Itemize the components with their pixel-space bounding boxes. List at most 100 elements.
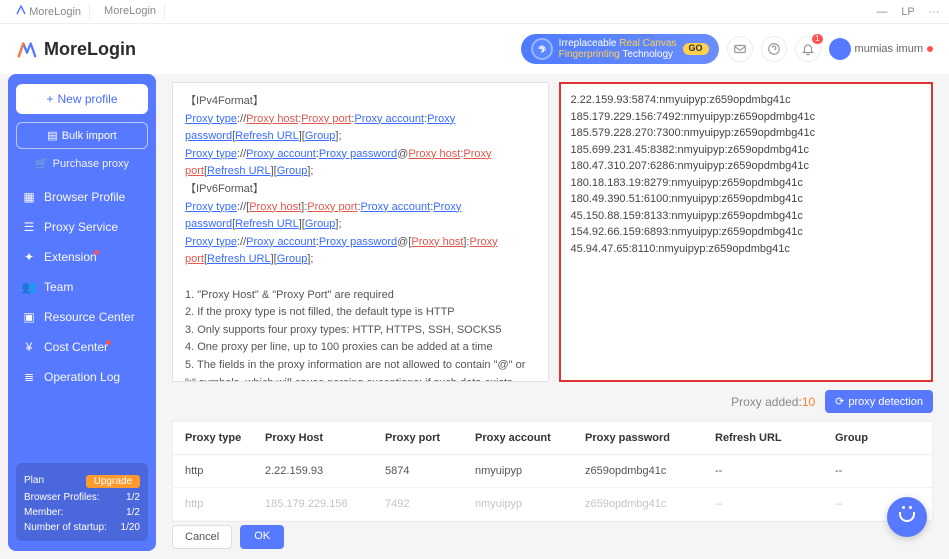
nav-item-proxy-service[interactable]: ☰ Proxy Service (16, 212, 148, 242)
nav-icon: ≣ (22, 370, 36, 384)
format-info-box: 【IPv4Format】 Proxy type://Proxy host:Pro… (172, 82, 549, 382)
app-header: MoreLogin Irreplaceable Real Canvas Fing… (0, 24, 949, 74)
nav-icon: ▣ (22, 310, 36, 324)
cart-icon: 🛒 (35, 157, 49, 170)
cell-password: z659opdmbg41c (585, 498, 715, 510)
proxy-line: 180.18.183.19:8279:nmyuipyp:z659opdmbg41… (571, 175, 922, 192)
alert-dot (106, 340, 111, 345)
nav-label: Proxy Service (44, 220, 118, 234)
nav-label: Cost Center (44, 340, 108, 354)
window-minimize-icon[interactable]: — (875, 5, 889, 19)
brand-logo: MoreLogin (16, 38, 136, 60)
cell-host: 2.22.159.93 (265, 465, 385, 477)
bulk-import-button[interactable]: ▤Bulk import (16, 122, 148, 149)
window-tab-1[interactable]: MoreLogin (8, 3, 90, 20)
brand-name: MoreLogin (44, 39, 136, 60)
nav-item-browser-profile[interactable]: ▦ Browser Profile (16, 182, 148, 212)
nav-list: ▦ Browser Profile ☰ Proxy Service ✦ Extension… (16, 182, 148, 392)
table-header: Proxy type (185, 432, 265, 444)
table-header: Proxy Host (265, 432, 385, 444)
go-badge: GO (683, 43, 709, 55)
proxy-added-label: Proxy added: (731, 395, 802, 409)
proxy-line: 185.699.231.45:8382:nmyuipyp:z659opdmbg4… (571, 142, 922, 159)
cell-group: -- (835, 465, 915, 477)
nav-item-resource-center[interactable]: ▣ Resource Center (16, 302, 148, 332)
window-title-bar: MoreLogin MoreLogin — LP ··· (0, 0, 949, 24)
cell-account: nmyuipyp (475, 465, 585, 477)
refresh-icon: ⟳ (835, 395, 844, 408)
nav-label: Team (44, 280, 73, 294)
import-icon: ▤ (47, 129, 57, 142)
proxy-line: 180.47.310.207:6286:nmyuipyp:z659opdmbg4… (571, 158, 922, 175)
plan-card: PlanUpgrade Browser Profiles:1/2 Member:… (16, 463, 148, 541)
help-icon[interactable] (761, 36, 787, 62)
nav-item-cost-center[interactable]: ¥ Cost Center (16, 332, 148, 362)
window-more-icon[interactable]: ··· (927, 5, 941, 19)
cell-type: http (185, 498, 265, 510)
alert-dot (94, 250, 99, 255)
cell-port: 7492 (385, 498, 475, 510)
cell-refresh: -- (715, 465, 835, 477)
smile-icon (899, 512, 915, 522)
dialog-footer: Cancel OK (172, 525, 284, 549)
cell-type: http (185, 465, 265, 477)
proxy-detection-button[interactable]: ⟳proxy detection (825, 390, 933, 413)
proxy-line: 2.22.159.93:5874:nmyuipyp:z659opdmbg41c (571, 92, 922, 109)
sidebar: +New profile ▤Bulk import 🛒Purchase prox… (8, 74, 156, 551)
proxy-line: 180.49.390.51:6100:nmyuipyp:z659opdmbg41… (571, 191, 922, 208)
nav-icon: ✦ (22, 250, 36, 264)
cell-account: nmyuipyp (475, 498, 585, 510)
window-tab-2[interactable]: MoreLogin (96, 3, 165, 20)
mail-icon[interactable] (727, 36, 753, 62)
plus-icon: + (46, 92, 53, 106)
upgrade-button[interactable]: Upgrade (86, 475, 140, 488)
logo-icon (16, 38, 38, 60)
cancel-button[interactable]: Cancel (172, 525, 232, 549)
bell-badge: 1 (812, 34, 822, 44)
user-status-dot (927, 46, 933, 52)
window-maximize-icon[interactable]: LP (901, 5, 915, 19)
nav-icon: 👥 (22, 280, 36, 294)
promo-banner[interactable]: Irreplaceable Real Canvas Fingerprinting… (521, 34, 719, 64)
proxy-line: 154.92.66.159:6893:nmyuipyp:z659opdmbg41… (571, 224, 922, 241)
nav-item-extension[interactable]: ✦ Extension (16, 242, 148, 272)
nav-icon: ¥ (22, 340, 36, 354)
table-row[interactable]: http2.22.159.935874nmyuipypz659opdmbg41c… (173, 455, 932, 488)
bell-icon[interactable]: 1 (795, 36, 821, 62)
table-header: Proxy account (475, 432, 585, 444)
nav-item-team[interactable]: 👥 Team (16, 272, 148, 302)
nav-label: Resource Center (44, 310, 135, 324)
new-profile-button[interactable]: +New profile (16, 84, 148, 114)
avatar-icon (829, 38, 851, 60)
user-menu[interactable]: mumias imum (829, 38, 933, 60)
proxy-added-count: 10 (802, 395, 815, 409)
cell-host: 185.179.229.156 (265, 498, 385, 510)
nav-icon: ▦ (22, 190, 36, 204)
table-header: Refresh URL (715, 432, 835, 444)
table-header: Group (835, 432, 915, 444)
proxy-line: 185.179.229.156:7492:nmyuipyp:z659opdmbg… (571, 109, 922, 126)
nav-label: Operation Log (44, 370, 120, 384)
plan-label: Plan (24, 475, 44, 488)
proxy-input-box[interactable]: 2.22.159.93:5874:nmyuipyp:z659opdmbg41c1… (559, 82, 934, 382)
nav-label: Extension (44, 250, 97, 264)
nav-icon: ☰ (22, 220, 36, 234)
nav-label: Browser Profile (44, 190, 125, 204)
cell-refresh: -- (715, 498, 835, 510)
proxy-line: 45.150.88.159:8133:nmyuipyp:z659opdmbg41… (571, 208, 922, 225)
ok-button[interactable]: OK (240, 525, 284, 549)
main-panel: 【IPv4Format】 Proxy type://Proxy host:Pro… (156, 74, 949, 559)
cell-port: 5874 (385, 465, 475, 477)
cell-password: z659opdmbg41c (585, 465, 715, 477)
chat-fab[interactable] (887, 497, 927, 537)
fingerprint-icon (531, 38, 553, 60)
purchase-proxy-link[interactable]: 🛒Purchase proxy (16, 157, 148, 170)
nav-item-operation-log[interactable]: ≣ Operation Log (16, 362, 148, 392)
table-row[interactable]: http185.179.229.1567492nmyuipypz659opdmb… (173, 488, 932, 521)
proxy-table: Proxy typeProxy HostProxy portProxy acco… (172, 421, 933, 522)
proxy-line: 185.579.228.270:7300:nmyuipyp:z659opdmbg… (571, 125, 922, 142)
table-header: Proxy password (585, 432, 715, 444)
proxy-line: 45.94.47.65:8110:nmyuipyp:z659opdmbg41c (571, 241, 922, 258)
status-row: Proxy added:10 ⟳proxy detection (172, 390, 933, 413)
table-header: Proxy port (385, 432, 475, 444)
